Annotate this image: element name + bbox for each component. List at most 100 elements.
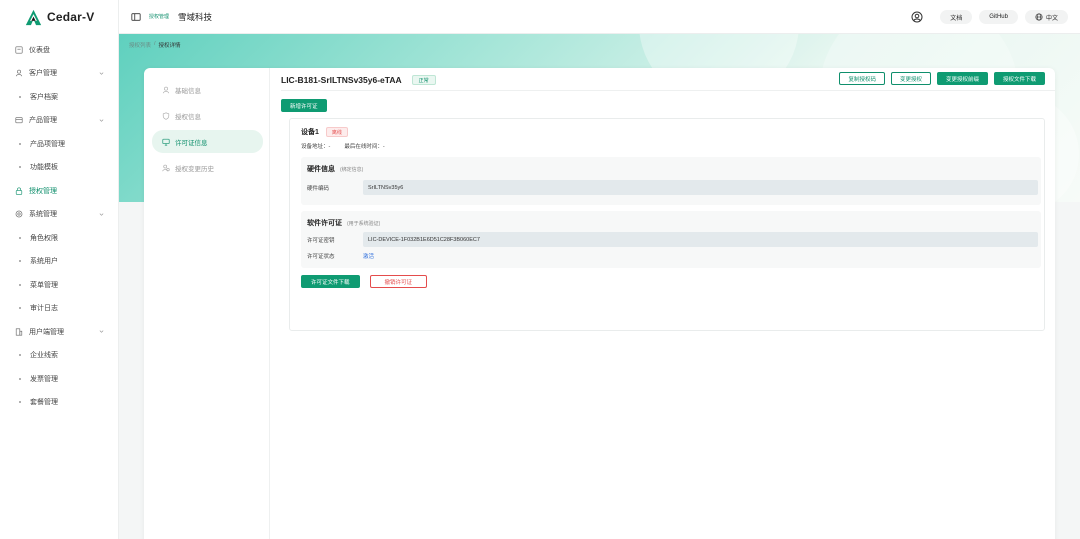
tab-label: 基础信息 <box>175 87 201 95</box>
sidebar-item-7[interactable]: 系统管理 <box>0 203 118 227</box>
revoke-license-button[interactable]: 撤销许可证 <box>369 275 428 288</box>
add-license-button[interactable]: 新增许可证 <box>281 99 327 112</box>
license-content: LIC-B181-SrlLTNSv35y6-eTAA 正常 复制授权码 变更授权… <box>281 68 1055 539</box>
device-card: 设备1 离线 设备地址：- 最后在线时间：- 硬件信息 (绑定信息) 硬件编码 … <box>289 118 1045 331</box>
tab-0[interactable]: 基础信息 <box>152 78 263 101</box>
hardware-info-title: 硬件信息 (绑定信息) <box>307 166 364 173</box>
hardware-code-value: SrILTNSv35y6 <box>363 180 1038 195</box>
sidebar-item-12[interactable]: 用户端管理 <box>0 320 118 344</box>
status-badge: 正常 <box>411 75 436 85</box>
cedar-logo-icon <box>25 9 42 25</box>
brand-name: Cedar-V <box>47 10 95 24</box>
tab-label: 许可证信息 <box>175 139 208 147</box>
history-icon <box>162 164 170 171</box>
sidebar-item-label: 客户档案 <box>30 93 58 101</box>
logo[interactable]: Cedar-V <box>0 0 118 34</box>
download-device-license-button[interactable]: 许可证文件下载 <box>301 275 360 288</box>
sidebar: Cedar-V 仪表盘 客户管理客户档案产品管理产品项管理功能模板授权管理系统管理… <box>0 0 119 539</box>
breadcrumb-current: 授权详情 <box>158 43 181 49</box>
breadcrumb-parent[interactable]: 授权列表 <box>129 41 151 49</box>
main-area: 授权列表 / 授权详情 基础信息授权信息许可证信息授权变更历史 LIC-B181… <box>119 34 1080 539</box>
language-button[interactable]: 中文 <box>1024 10 1068 24</box>
copy-license-code-button[interactable]: 复制授权码 <box>839 72 885 85</box>
sidebar-item-4[interactable]: 产品项管理 <box>0 132 118 156</box>
org-name[interactable]: 雪域科技 <box>178 11 212 23</box>
license-key-label: 许可证密钥 <box>307 237 335 244</box>
license-state-label: 许可证状态 <box>307 254 335 260</box>
sidebar-item-3[interactable]: 产品管理 <box>0 109 118 133</box>
sidebar-item-label: 系统管理 <box>29 211 57 219</box>
bullet-dot <box>19 283 21 286</box>
tab-3[interactable]: 授权变更历史 <box>152 156 263 179</box>
box-icon <box>15 116 23 124</box>
user-icon <box>15 69 23 77</box>
lock-icon <box>15 187 23 195</box>
hardware-code-row: 硬件编码 SrILTNSv35y6 <box>307 180 1038 195</box>
sidebar-item-label: 系统用户 <box>30 258 58 266</box>
github-label: GitHub <box>989 14 1008 20</box>
sidebar-item-label: 授权管理 <box>29 187 57 195</box>
hardware-code-label: 硬件编码 <box>307 185 330 192</box>
sidebar-item-label: 功能模板 <box>30 164 58 172</box>
globe-icon <box>1035 13 1043 21</box>
sidebar-item-13[interactable]: 企业线索 <box>0 344 118 368</box>
bullet-dot <box>19 307 21 310</box>
device-last-online: 最后在线时间：- <box>344 144 385 150</box>
divider <box>281 90 1055 91</box>
shield-icon <box>162 111 170 120</box>
sidebar-item-label: 产品管理 <box>29 117 57 125</box>
change-license-button[interactable]: 变更授权 <box>890 72 931 85</box>
sidebar-item-1[interactable]: 客户管理 <box>0 62 118 86</box>
change-license-prefix-button[interactable]: 变更授权前缀 <box>936 72 988 85</box>
detail-tabs: 基础信息授权信息许可证信息授权变更历史 <box>144 68 270 539</box>
hardware-info-panel: 硬件信息 (绑定信息) 硬件编码 SrILTNSv35y6 <box>301 157 1041 205</box>
module-badge: 授权管理 <box>149 14 170 20</box>
docs-button[interactable]: 文档 <box>940 10 973 24</box>
bullet-dot <box>19 142 21 145</box>
sidebar-nav: 仪表盘 客户管理客户档案产品管理产品项管理功能模板授权管理系统管理角色权限系统用户… <box>0 34 118 414</box>
sidebar-item-11[interactable]: 审计日志 <box>0 297 118 321</box>
license-title: LIC-B181-SrlLTNSv35y6-eTAA <box>281 75 402 85</box>
bullet-dot <box>19 354 21 357</box>
user-icon <box>162 86 170 93</box>
sidebar-item-6[interactable]: 授权管理 <box>0 179 118 203</box>
sidebar-item-label: 产品项管理 <box>30 140 65 148</box>
sidebar-item-10[interactable]: 菜单管理 <box>0 273 118 297</box>
device-actions: 许可证文件下载 撤销许可证 <box>301 275 428 288</box>
sidebar-item-label: 发票管理 <box>30 375 58 383</box>
tab-2[interactable]: 许可证信息 <box>152 130 263 153</box>
top-header: 授权管理 雪域科技 文档 GitHub 中文 <box>119 0 1080 34</box>
license-state-row: 许可证状态 激活 <box>307 252 374 260</box>
github-button[interactable]: GitHub <box>979 10 1018 24</box>
download-license-file-button[interactable]: 授权文件下载 <box>993 72 1045 85</box>
sidebar-item-8[interactable]: 角色权限 <box>0 226 118 250</box>
gear-icon <box>15 210 23 218</box>
license-key-row: 许可证密钥 LIC-DEVICE-1F032B1E6D51C28F3B060EC… <box>307 232 1038 247</box>
chevron-down-icon <box>99 330 104 333</box>
sidebar-item-9[interactable]: 系统用户 <box>0 250 118 274</box>
bullet-dot <box>19 95 21 98</box>
sidebar-item-0[interactable]: 仪表盘 <box>0 38 118 62</box>
monitor-icon <box>162 138 170 146</box>
software-license-panel: 软件许可证 (用于系统验证) 许可证密钥 LIC-DEVICE-1F032B1E… <box>301 211 1041 268</box>
sidebar-item-label: 角色权限 <box>30 234 58 242</box>
header-actions: 文档 GitHub 中文 <box>911 0 1068 34</box>
license-state-value: 激活 <box>363 254 375 260</box>
bullet-dot <box>19 260 21 263</box>
device-status-badge: 离线 <box>325 127 348 137</box>
sidebar-item-15[interactable]: 套餐管理 <box>0 391 118 415</box>
breadcrumb: 授权列表 / 授权详情 <box>129 41 181 49</box>
sidebar-toggle-icon[interactable] <box>131 12 141 22</box>
sidebar-item-5[interactable]: 功能模板 <box>0 156 118 180</box>
sidebar-item-2[interactable]: 客户档案 <box>0 85 118 109</box>
bullet-dot <box>19 377 21 380</box>
sidebar-item-label: 菜单管理 <box>30 281 58 289</box>
chevron-down-icon <box>99 71 104 75</box>
breadcrumb-separator: / <box>154 41 156 47</box>
software-license-title: 软件许可证 (用于系统验证) <box>307 220 381 227</box>
bullet-dot <box>19 401 21 404</box>
user-avatar-icon[interactable] <box>911 11 923 23</box>
sidebar-item-14[interactable]: 发票管理 <box>0 367 118 391</box>
tab-1[interactable]: 授权信息 <box>152 104 263 127</box>
tab-label: 授权变更历史 <box>175 165 214 173</box>
